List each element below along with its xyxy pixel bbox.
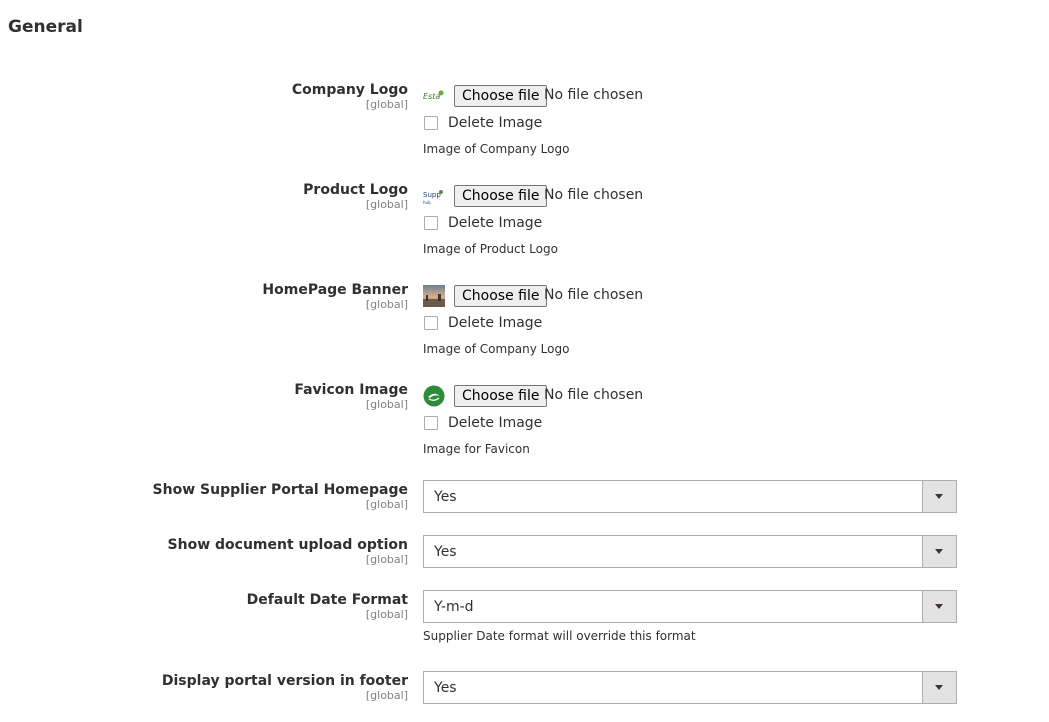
select-value: Yes	[434, 680, 457, 696]
dropdown-toggle[interactable]	[922, 481, 956, 512]
select-value: Yes	[434, 489, 457, 505]
favicon-thumbnail-icon	[423, 385, 445, 407]
field-label: Company Logo	[291, 82, 408, 98]
chevron-down-icon	[935, 604, 943, 609]
banner-thumbnail-icon	[423, 285, 445, 307]
delete-image-label[interactable]: Delete Image	[448, 314, 542, 332]
show-supplier-portal-homepage-select[interactable]: Yes	[423, 480, 957, 513]
svg-text:hub: hub	[423, 200, 431, 205]
field-note: Image of Company Logo	[423, 342, 570, 356]
svg-text:Esta: Esta	[423, 92, 440, 101]
scope-label: [global]	[365, 608, 408, 621]
delete-image-label[interactable]: Delete Image	[448, 214, 542, 232]
field-label: Show Supplier Portal Homepage	[152, 482, 408, 498]
dropdown-toggle[interactable]	[922, 591, 956, 622]
field-label: Product Logo	[303, 182, 408, 198]
product-logo-thumbnail-icon: Supp hub	[423, 185, 445, 207]
choose-file-button[interactable]: Choose file	[454, 185, 548, 207]
field-label: Display portal version in footer	[161, 673, 408, 689]
chevron-down-icon	[935, 549, 943, 554]
file-status-text: No file chosen	[544, 87, 644, 103]
field-note: Image for Favicon	[423, 442, 530, 456]
field-note: Supplier Date format will override this …	[423, 629, 696, 643]
scope-label: [global]	[365, 498, 408, 511]
delete-image-checkbox[interactable]	[424, 116, 438, 130]
show-document-upload-option-select[interactable]: Yes	[423, 535, 957, 568]
dropdown-toggle[interactable]	[922, 672, 956, 703]
select-value: Y-m-d	[434, 599, 474, 615]
delete-image-label[interactable]: Delete Image	[448, 114, 542, 132]
svg-text:Supp: Supp	[423, 191, 441, 199]
dropdown-toggle[interactable]	[922, 536, 956, 567]
file-status-text: No file chosen	[544, 287, 644, 303]
delete-image-checkbox[interactable]	[424, 416, 438, 430]
chevron-down-icon	[935, 685, 943, 690]
file-status-text: No file chosen	[544, 187, 644, 203]
choose-file-button[interactable]: Choose file	[454, 85, 548, 107]
field-label: Show document upload option	[167, 537, 408, 553]
delete-image-checkbox[interactable]	[424, 216, 438, 230]
select-value: Yes	[434, 544, 457, 560]
section-title: General	[8, 17, 83, 37]
company-logo-thumbnail-icon: Esta	[423, 85, 445, 107]
scope-label: [global]	[365, 553, 408, 566]
field-label: Default Date Format	[246, 592, 408, 608]
scope-label: [global]	[365, 398, 408, 411]
delete-image-label[interactable]: Delete Image	[448, 414, 542, 432]
file-status-text: No file chosen	[544, 387, 644, 403]
display-portal-version-select[interactable]: Yes	[423, 671, 957, 704]
delete-image-checkbox[interactable]	[424, 316, 438, 330]
field-note: Image of Company Logo	[423, 142, 570, 156]
scope-label: [global]	[365, 98, 408, 111]
field-label: HomePage Banner	[262, 282, 408, 298]
field-label: Favicon Image	[294, 382, 408, 398]
default-date-format-select[interactable]: Y-m-d	[423, 590, 957, 623]
scope-label: [global]	[365, 298, 408, 311]
scope-label: [global]	[365, 198, 408, 211]
chevron-down-icon	[935, 494, 943, 499]
choose-file-button[interactable]: Choose file	[454, 385, 548, 407]
scope-label: [global]	[365, 689, 408, 702]
field-note: Image of Product Logo	[423, 242, 558, 256]
choose-file-button[interactable]: Choose file	[454, 285, 548, 307]
